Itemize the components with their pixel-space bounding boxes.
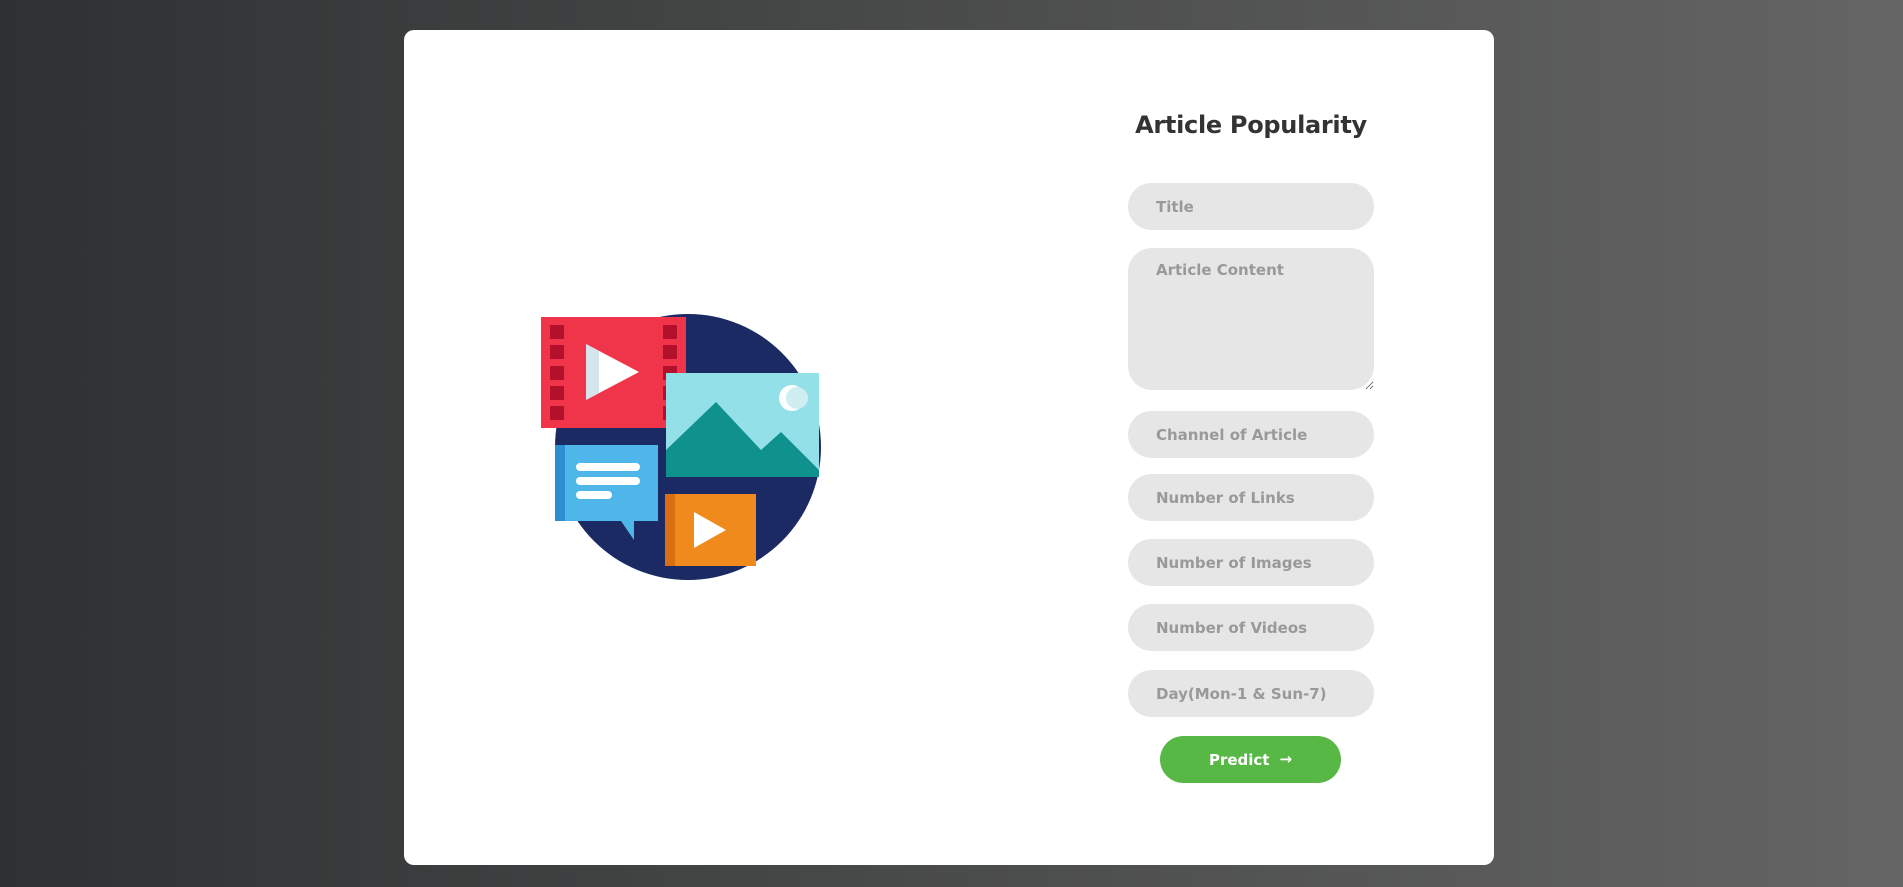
- images-count-input[interactable]: [1128, 539, 1374, 586]
- predict-button[interactable]: Predict →: [1160, 736, 1341, 783]
- videos-count-input[interactable]: [1128, 604, 1374, 651]
- links-count-input[interactable]: [1128, 474, 1374, 521]
- multimedia-illustration-icon: [541, 314, 821, 580]
- article-content-textarea[interactable]: [1128, 248, 1374, 390]
- arrow-right-icon: →: [1279, 750, 1293, 768]
- title-input[interactable]: [1128, 183, 1374, 230]
- day-input[interactable]: [1128, 670, 1374, 717]
- predict-button-label: Predict: [1208, 750, 1270, 769]
- channel-input[interactable]: [1128, 411, 1374, 458]
- form-title: Article Popularity: [1135, 111, 1367, 139]
- main-card: Article Popularity Predict →: [404, 30, 1494, 865]
